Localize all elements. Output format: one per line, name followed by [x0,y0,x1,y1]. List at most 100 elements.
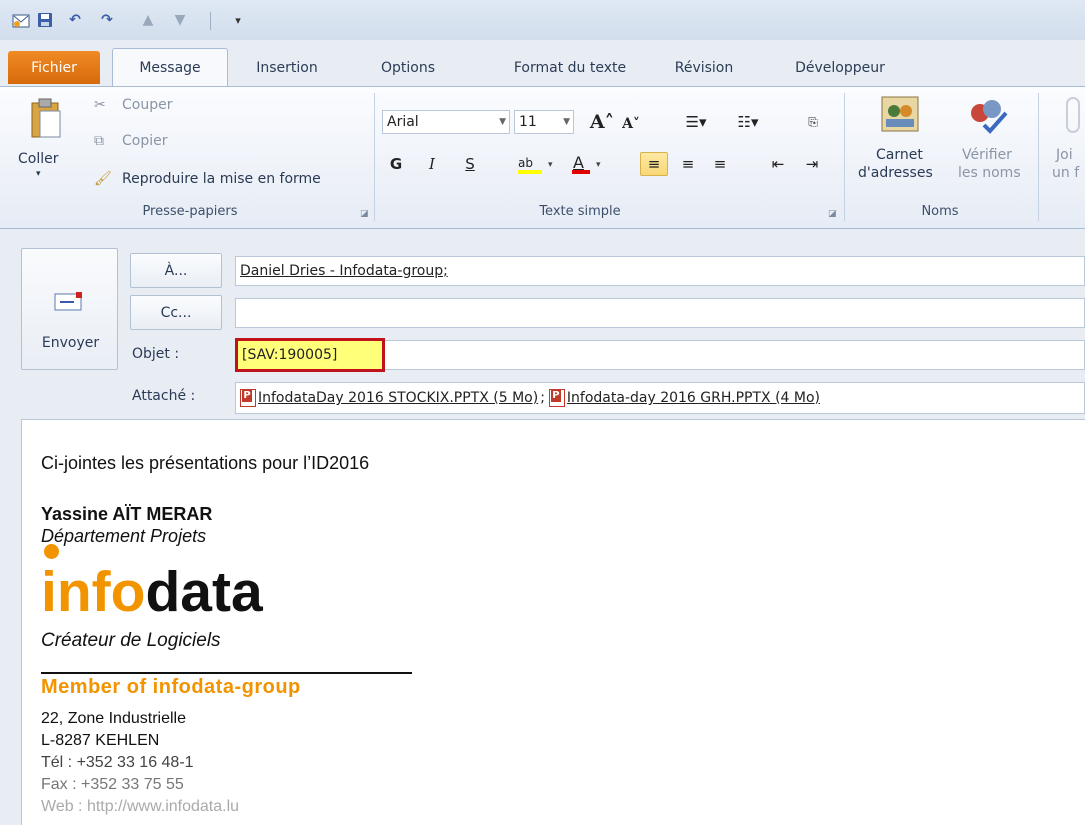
ribbon-tabs: Fichier Message Insertion Options Format… [0,48,1085,86]
copy-label: Copier [122,133,168,149]
outlook-icon[interactable] [12,12,30,28]
font-name-select[interactable]: Arial ▼ [382,110,510,134]
quick-access-toolbar: ↶ ↷ ▲ ▼ ▾ [0,0,1085,40]
bullet-list-icon[interactable]: ☰▾ [676,110,716,134]
tab-revision[interactable]: Révision [654,50,754,86]
attachments-field[interactable]: InfodataDay 2016 STOCKIX.PPTX (5 Mo) ; I… [235,382,1085,414]
tab-developpeur[interactable]: Développeur [770,50,910,86]
attach-file-button[interactable]: Joi un f [1046,93,1085,191]
logo-dot [44,544,59,559]
italic-button[interactable]: I [420,152,444,176]
underline-button[interactable]: S [458,152,482,176]
grow-font-icon[interactable]: A˄ [590,110,614,134]
group-separator [1038,93,1039,221]
paste-dropdown-icon[interactable]: ▾ [36,169,41,179]
signature-address-2: L-8287 KEHLEN [41,732,160,749]
redo-icon[interactable]: ↷ [98,12,116,28]
cc-field[interactable] [235,298,1085,328]
send-icon [54,291,82,311]
tab-message[interactable]: Message [112,48,228,86]
logo-info-text: info [41,560,146,624]
signature-fax: Fax : +352 33 75 55 [41,776,184,793]
subject-value: [SAV:190005] [242,347,338,363]
up-arrow-icon[interactable]: ▲ [140,12,156,28]
tab-format-du-texte[interactable]: Format du texte [500,50,640,86]
paste-button[interactable]: Coller ▾ [16,93,68,189]
attachment-separator: ; [540,390,545,406]
attachment-name: InfodataDay 2016 STOCKIX.PPTX (5 Mo) [258,390,539,406]
cut-button[interactable]: ✂ Couper [94,97,204,117]
check-names-button[interactable]: Vérifier les noms [952,93,1030,191]
signature-divider [41,672,412,674]
styles-icon[interactable]: ⎘ [800,110,826,134]
format-painter-label: Reproduire la mise en forme [122,171,321,187]
infodata-logo: infodata [41,564,263,621]
group-separator [844,93,845,221]
increase-indent-icon[interactable]: ⇥ [798,152,826,176]
signature-department: Département Projets [41,526,207,546]
align-right-icon[interactable]: ≡ [706,152,734,176]
signature-name: Yassine AÏT MERAR [41,504,213,524]
font-size-select[interactable]: 11 ▼ [514,110,574,134]
align-left-icon[interactable]: ≡ [640,152,668,176]
bold-button[interactable]: G [384,152,408,176]
signature-member: Member of infodata-group [41,676,301,698]
send-button[interactable]: Envoyer [21,248,118,370]
format-painter-button[interactable]: 🖌 Reproduire la mise en forme [94,171,364,191]
signature-address-1: 22, Zone Industrielle [41,710,186,727]
clipboard-icon [30,97,62,142]
signature-web: Web : http://www.infodata.lu [41,798,240,815]
check-names-icon [966,95,1010,138]
svg-text:▾: ▾ [596,160,601,170]
attachment-item[interactable]: Infodata-day 2016 GRH.PPTX (4 Mo) [548,389,820,407]
qat-separator [210,12,211,30]
logo-data-text: data [145,560,263,624]
attached-label: Attaché : [132,388,196,404]
address-book-button[interactable]: Carnet d'adresses [854,93,946,191]
decrease-indent-icon[interactable]: ⇤ [764,152,792,176]
powerpoint-icon [240,389,256,407]
align-center-icon[interactable]: ≡ [674,152,702,176]
send-label: Envoyer [41,335,100,351]
shrink-font-icon[interactable]: A˅ [620,112,642,136]
attach-file-icon [1066,97,1080,133]
address-book-label-1: Carnet [876,147,923,163]
group-label-names: Noms [921,204,959,219]
powerpoint-icon [548,389,565,407]
signature-tagline: Créateur de Logiciels [41,630,221,651]
down-arrow-icon[interactable]: ▼ [172,12,188,28]
copy-button[interactable]: ⧉ Copier [94,133,204,153]
numbered-list-icon[interactable]: ☷▾ [728,110,768,134]
to-field[interactable]: Daniel Dries - Infodata-group; [235,256,1085,286]
text-launcher-icon[interactable]: ◪ [828,209,838,219]
to-recipient[interactable]: Daniel Dries - Infodata-group; [240,263,448,279]
ribbon: Coller ▾ ✂ Couper ⧉ Copier 🖌 Reproduire … [0,86,1085,229]
check-names-label-1: Vérifier [962,147,1012,163]
font-name-value: Arial [387,114,419,130]
subject-label: Objet : [132,346,180,362]
svg-text:ab: ab [518,156,533,170]
to-button[interactable]: À... [130,253,222,288]
svg-text:A: A [573,153,584,172]
subject-highlight[interactable]: [SAV:190005] [235,338,385,372]
group-label-clipboard: Presse-papiers [142,204,238,219]
tab-options[interactable]: Options [358,50,458,86]
highlight-color-icon[interactable]: ab ▾ [516,152,560,176]
clipboard-launcher-icon[interactable]: ◪ [360,209,370,219]
attachment-item[interactable]: InfodataDay 2016 STOCKIX.PPTX (5 Mo) [240,389,538,407]
tab-fichier[interactable]: Fichier [8,51,100,84]
tab-insertion[interactable]: Insertion [232,50,342,86]
cut-label: Couper [122,97,173,113]
attach-file-label-2: un f [1052,165,1080,181]
message-body[interactable]: Ci-jointes les présentations pour l’ID20… [21,419,1085,825]
cc-button[interactable]: Cc... [130,295,222,330]
attach-file-label-1: Joi [1056,147,1073,163]
font-size-value: 11 [519,114,537,130]
group-separator [374,93,375,221]
undo-icon[interactable]: ↶ [66,12,84,28]
customize-icon[interactable]: ▾ [232,12,244,28]
save-icon[interactable] [36,12,54,28]
address-book-icon [880,95,920,138]
font-color-icon[interactable]: A ▾ [570,152,610,176]
check-names-label-2: les noms [958,165,1021,181]
